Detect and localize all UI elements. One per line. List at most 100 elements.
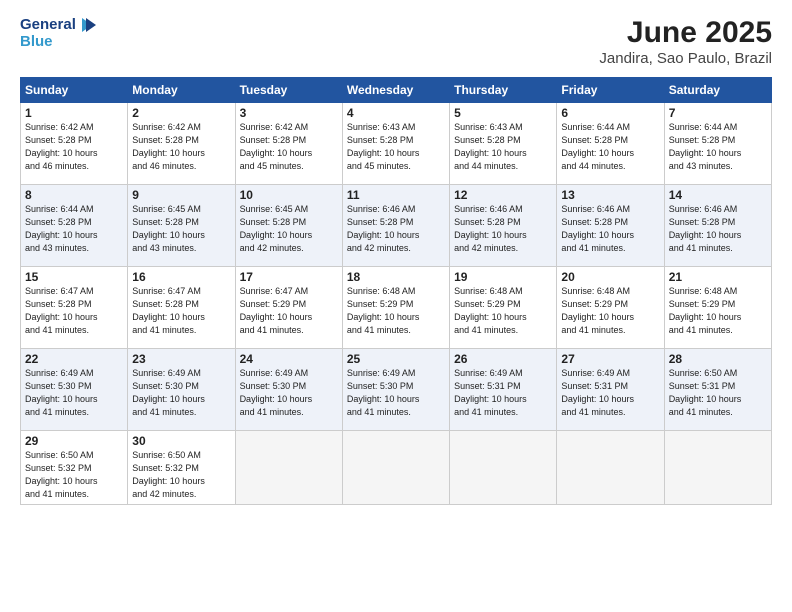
table-row: 1Sunrise: 6:42 AM Sunset: 5:28 PM Daylig… — [21, 103, 128, 185]
day-number: 27 — [561, 352, 659, 366]
table-row — [235, 431, 342, 505]
table-row: 13Sunrise: 6:46 AM Sunset: 5:28 PM Dayli… — [557, 185, 664, 267]
day-info: Sunrise: 6:49 AM Sunset: 5:30 PM Dayligh… — [25, 367, 123, 419]
table-row: 24Sunrise: 6:49 AM Sunset: 5:30 PM Dayli… — [235, 349, 342, 431]
day-number: 30 — [132, 434, 230, 448]
col-thursday: Thursday — [450, 78, 557, 103]
day-info: Sunrise: 6:48 AM Sunset: 5:29 PM Dayligh… — [454, 285, 552, 337]
col-tuesday: Tuesday — [235, 78, 342, 103]
day-info: Sunrise: 6:46 AM Sunset: 5:28 PM Dayligh… — [669, 203, 767, 255]
day-number: 19 — [454, 270, 552, 284]
calendar-table: Sunday Monday Tuesday Wednesday Thursday… — [20, 77, 772, 505]
day-number: 4 — [347, 106, 445, 120]
table-row: 5Sunrise: 6:43 AM Sunset: 5:28 PM Daylig… — [450, 103, 557, 185]
logo: General Blue — [20, 16, 96, 51]
day-info: Sunrise: 6:43 AM Sunset: 5:28 PM Dayligh… — [454, 121, 552, 173]
table-row: 19Sunrise: 6:48 AM Sunset: 5:29 PM Dayli… — [450, 267, 557, 349]
table-row: 8Sunrise: 6:44 AM Sunset: 5:28 PM Daylig… — [21, 185, 128, 267]
day-info: Sunrise: 6:46 AM Sunset: 5:28 PM Dayligh… — [561, 203, 659, 255]
col-sunday: Sunday — [21, 78, 128, 103]
table-row: 20Sunrise: 6:48 AM Sunset: 5:29 PM Dayli… — [557, 267, 664, 349]
table-row — [450, 431, 557, 505]
table-row — [664, 431, 771, 505]
day-info: Sunrise: 6:48 AM Sunset: 5:29 PM Dayligh… — [561, 285, 659, 337]
table-row: 7Sunrise: 6:44 AM Sunset: 5:28 PM Daylig… — [664, 103, 771, 185]
table-row: 6Sunrise: 6:44 AM Sunset: 5:28 PM Daylig… — [557, 103, 664, 185]
table-row — [342, 431, 449, 505]
day-info: Sunrise: 6:48 AM Sunset: 5:29 PM Dayligh… — [669, 285, 767, 337]
day-info: Sunrise: 6:47 AM Sunset: 5:28 PM Dayligh… — [25, 285, 123, 337]
table-row — [557, 431, 664, 505]
day-number: 6 — [561, 106, 659, 120]
day-info: Sunrise: 6:42 AM Sunset: 5:28 PM Dayligh… — [240, 121, 338, 173]
table-row: 28Sunrise: 6:50 AM Sunset: 5:31 PM Dayli… — [664, 349, 771, 431]
day-number: 15 — [25, 270, 123, 284]
table-row: 21Sunrise: 6:48 AM Sunset: 5:29 PM Dayli… — [664, 267, 771, 349]
day-number: 18 — [347, 270, 445, 284]
day-number: 16 — [132, 270, 230, 284]
day-number: 20 — [561, 270, 659, 284]
week-row-2: 8Sunrise: 6:44 AM Sunset: 5:28 PM Daylig… — [21, 185, 772, 267]
calendar-title: June 2025 — [599, 16, 772, 50]
table-row: 23Sunrise: 6:49 AM Sunset: 5:30 PM Dayli… — [128, 349, 235, 431]
day-number: 8 — [25, 188, 123, 202]
table-row: 15Sunrise: 6:47 AM Sunset: 5:28 PM Dayli… — [21, 267, 128, 349]
day-number: 28 — [669, 352, 767, 366]
table-row: 27Sunrise: 6:49 AM Sunset: 5:31 PM Dayli… — [557, 349, 664, 431]
header: General Blue June 2025 Jandira, Sao Paul… — [20, 16, 772, 67]
col-monday: Monday — [128, 78, 235, 103]
day-info: Sunrise: 6:50 AM Sunset: 5:32 PM Dayligh… — [25, 449, 123, 501]
day-info: Sunrise: 6:46 AM Sunset: 5:28 PM Dayligh… — [347, 203, 445, 255]
day-number: 21 — [669, 270, 767, 284]
day-number: 23 — [132, 352, 230, 366]
logo-general: General — [20, 17, 76, 34]
day-number: 26 — [454, 352, 552, 366]
day-number: 11 — [347, 188, 445, 202]
logo-container: General Blue — [20, 16, 96, 51]
logo-blue: Blue — [20, 34, 96, 51]
day-info: Sunrise: 6:44 AM Sunset: 5:28 PM Dayligh… — [25, 203, 123, 255]
table-row: 11Sunrise: 6:46 AM Sunset: 5:28 PM Dayli… — [342, 185, 449, 267]
day-info: Sunrise: 6:48 AM Sunset: 5:29 PM Dayligh… — [347, 285, 445, 337]
table-row: 3Sunrise: 6:42 AM Sunset: 5:28 PM Daylig… — [235, 103, 342, 185]
day-number: 22 — [25, 352, 123, 366]
day-info: Sunrise: 6:43 AM Sunset: 5:28 PM Dayligh… — [347, 121, 445, 173]
col-wednesday: Wednesday — [342, 78, 449, 103]
calendar-subtitle: Jandira, Sao Paulo, Brazil — [599, 50, 772, 67]
title-block: June 2025 Jandira, Sao Paulo, Brazil — [599, 16, 772, 67]
day-number: 24 — [240, 352, 338, 366]
day-info: Sunrise: 6:46 AM Sunset: 5:28 PM Dayligh… — [454, 203, 552, 255]
day-info: Sunrise: 6:42 AM Sunset: 5:28 PM Dayligh… — [25, 121, 123, 173]
table-row: 18Sunrise: 6:48 AM Sunset: 5:29 PM Dayli… — [342, 267, 449, 349]
day-number: 14 — [669, 188, 767, 202]
day-info: Sunrise: 6:44 AM Sunset: 5:28 PM Dayligh… — [561, 121, 659, 173]
day-info: Sunrise: 6:42 AM Sunset: 5:28 PM Dayligh… — [132, 121, 230, 173]
week-row-4: 22Sunrise: 6:49 AM Sunset: 5:30 PM Dayli… — [21, 349, 772, 431]
day-number: 12 — [454, 188, 552, 202]
table-row: 16Sunrise: 6:47 AM Sunset: 5:28 PM Dayli… — [128, 267, 235, 349]
day-info: Sunrise: 6:49 AM Sunset: 5:30 PM Dayligh… — [132, 367, 230, 419]
day-info: Sunrise: 6:49 AM Sunset: 5:30 PM Dayligh… — [240, 367, 338, 419]
table-row: 17Sunrise: 6:47 AM Sunset: 5:29 PM Dayli… — [235, 267, 342, 349]
table-row: 26Sunrise: 6:49 AM Sunset: 5:31 PM Dayli… — [450, 349, 557, 431]
day-info: Sunrise: 6:47 AM Sunset: 5:29 PM Dayligh… — [240, 285, 338, 337]
day-number: 25 — [347, 352, 445, 366]
day-number: 1 — [25, 106, 123, 120]
day-info: Sunrise: 6:50 AM Sunset: 5:31 PM Dayligh… — [669, 367, 767, 419]
table-row: 2Sunrise: 6:42 AM Sunset: 5:28 PM Daylig… — [128, 103, 235, 185]
day-info: Sunrise: 6:50 AM Sunset: 5:32 PM Dayligh… — [132, 449, 230, 501]
logo-arrow-icon — [78, 16, 96, 34]
day-number: 17 — [240, 270, 338, 284]
day-number: 3 — [240, 106, 338, 120]
col-saturday: Saturday — [664, 78, 771, 103]
day-number: 5 — [454, 106, 552, 120]
table-row: 25Sunrise: 6:49 AM Sunset: 5:30 PM Dayli… — [342, 349, 449, 431]
day-info: Sunrise: 6:45 AM Sunset: 5:28 PM Dayligh… — [240, 203, 338, 255]
col-friday: Friday — [557, 78, 664, 103]
day-info: Sunrise: 6:49 AM Sunset: 5:31 PM Dayligh… — [454, 367, 552, 419]
day-info: Sunrise: 6:45 AM Sunset: 5:28 PM Dayligh… — [132, 203, 230, 255]
table-row: 12Sunrise: 6:46 AM Sunset: 5:28 PM Dayli… — [450, 185, 557, 267]
day-number: 13 — [561, 188, 659, 202]
table-row: 10Sunrise: 6:45 AM Sunset: 5:28 PM Dayli… — [235, 185, 342, 267]
day-info: Sunrise: 6:49 AM Sunset: 5:31 PM Dayligh… — [561, 367, 659, 419]
